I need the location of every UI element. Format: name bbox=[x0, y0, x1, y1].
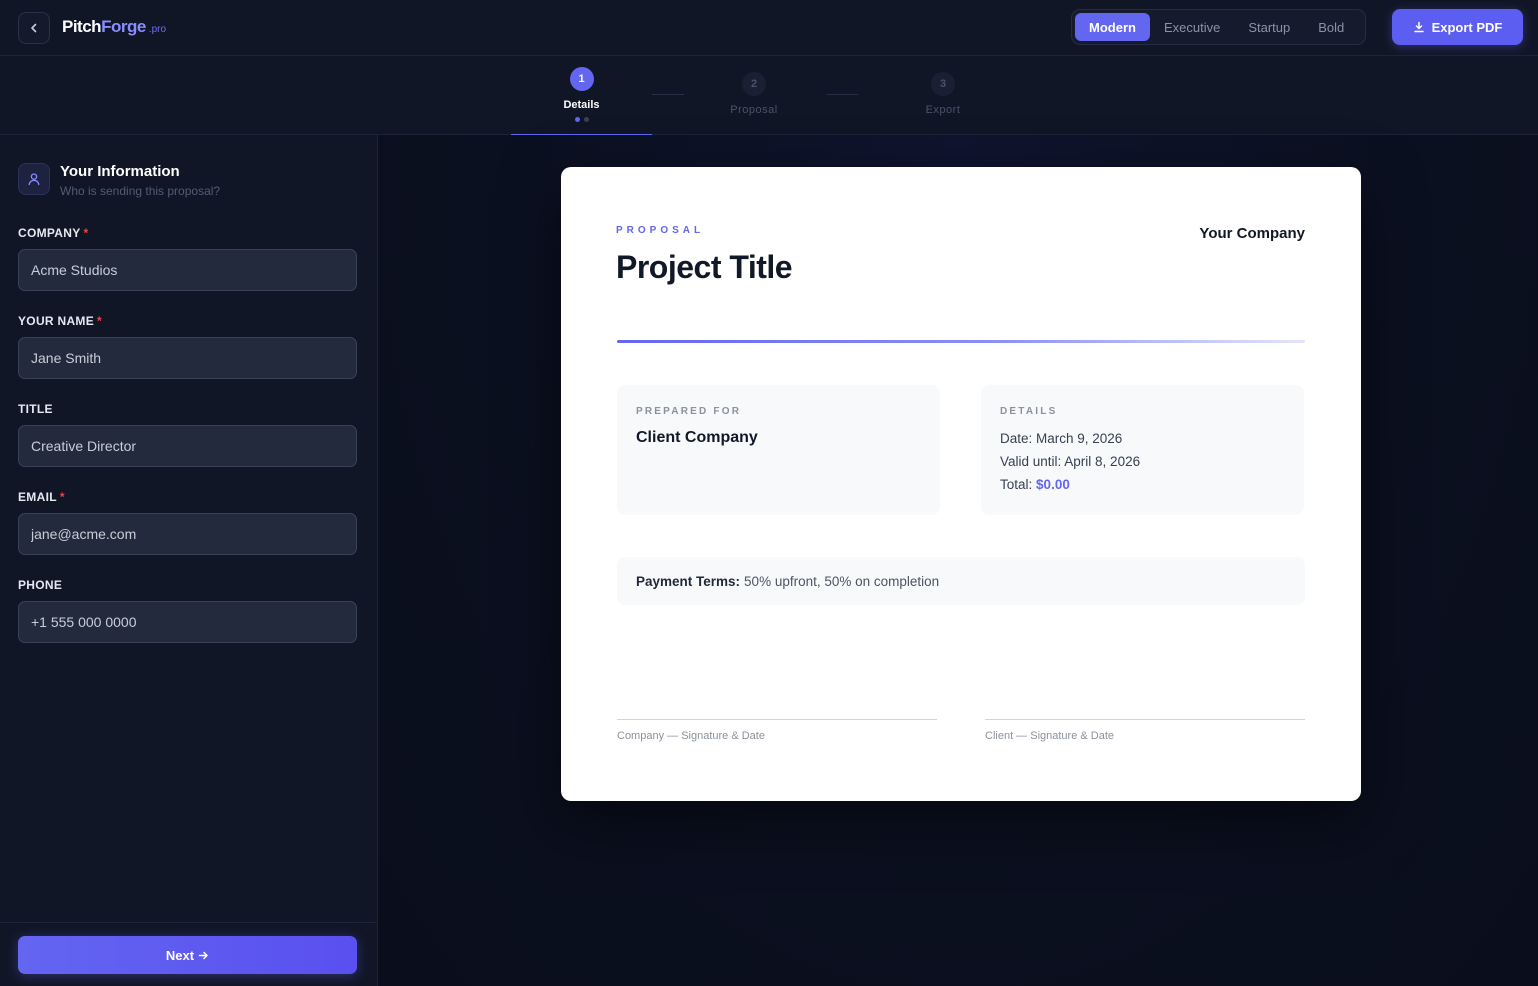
progress-stepper: 1 Details 2 Proposal 3 Export bbox=[0, 56, 1538, 136]
theme-switcher: Modern Executive Startup Bold bbox=[1071, 9, 1366, 45]
title-input[interactable] bbox=[18, 425, 357, 467]
details-sidebar: Your Information Who is sending this pro… bbox=[0, 135, 378, 986]
date-line: Date: March 9, 2026 bbox=[1000, 431, 1123, 446]
step-connector bbox=[826, 94, 858, 95]
name-label: YOUR NAME * bbox=[18, 314, 103, 328]
step-label: Export bbox=[925, 104, 961, 116]
proposal-document: PROPOSAL Project Title Your Company PREP… bbox=[561, 167, 1361, 801]
logo-suffix: .pro bbox=[148, 24, 167, 35]
logo-forge: Forge bbox=[101, 17, 146, 36]
company-input[interactable] bbox=[18, 249, 357, 291]
logo-pitch: Pitch bbox=[62, 17, 102, 36]
theme-startup-button[interactable]: Startup bbox=[1234, 13, 1304, 41]
step-number: 2 bbox=[742, 72, 766, 96]
prepared-for-label: PREPARED FOR bbox=[636, 406, 742, 417]
step-label: Proposal bbox=[730, 104, 778, 116]
company-label: COMPANY * bbox=[18, 226, 89, 240]
payment-terms-value: 50% upfront, 50% on completion bbox=[744, 573, 940, 589]
next-button[interactable]: Next bbox=[18, 936, 357, 974]
client-name: Client Company bbox=[636, 429, 758, 446]
download-icon bbox=[1413, 21, 1424, 33]
arrow-right-icon bbox=[198, 951, 208, 959]
total-line: Total: $0.00 bbox=[1000, 477, 1070, 492]
email-input[interactable] bbox=[18, 513, 357, 555]
step-label: Details bbox=[563, 99, 600, 111]
details-label: DETAILS bbox=[1000, 406, 1058, 417]
details-card: DETAILS Date: March 9, 2026 Valid until:… bbox=[981, 385, 1304, 515]
preview-area: PROPOSAL Project Title Your Company PREP… bbox=[378, 135, 1538, 986]
step-dots bbox=[574, 117, 589, 122]
client-signature-label: Client — Signature & Date bbox=[985, 730, 1115, 742]
step-export[interactable]: 3 Export bbox=[893, 56, 993, 135]
company-signature-line: Company — Signature & Date bbox=[617, 719, 937, 742]
phone-input[interactable] bbox=[18, 601, 357, 643]
name-input[interactable] bbox=[18, 337, 357, 379]
total-value: $0.00 bbox=[1036, 477, 1070, 492]
section-icon-box bbox=[18, 163, 50, 195]
next-label: Next bbox=[165, 947, 195, 963]
payment-terms-label: Payment Terms: bbox=[636, 573, 741, 589]
client-signature-line: Client — Signature & Date bbox=[985, 719, 1305, 742]
total-label: Total: bbox=[1000, 477, 1033, 492]
payment-terms: Payment Terms: 50% upfront, 50% on compl… bbox=[617, 557, 1305, 605]
step-details[interactable]: 1 Details bbox=[511, 56, 652, 136]
section-title: Your Information bbox=[60, 163, 180, 180]
theme-bold-button[interactable]: Bold bbox=[1304, 13, 1358, 41]
step-connector bbox=[652, 94, 684, 95]
doc-eyebrow: PROPOSAL bbox=[616, 225, 705, 236]
export-pdf-label: Export PDF bbox=[1431, 19, 1503, 35]
theme-executive-button[interactable]: Executive bbox=[1150, 13, 1234, 41]
section-header: Your Information Who is sending this pro… bbox=[18, 163, 220, 198]
user-icon bbox=[28, 173, 40, 186]
section-subtitle: Who is sending this proposal? bbox=[60, 184, 221, 198]
valid-until-line: Valid until: April 8, 2026 bbox=[1000, 454, 1141, 469]
app-logo[interactable]: Pitch Forge .pro bbox=[62, 17, 166, 37]
chevron-left-icon bbox=[31, 23, 37, 33]
phone-label: PHONE bbox=[18, 578, 63, 592]
export-pdf-button[interactable]: Export PDF bbox=[1392, 9, 1523, 45]
top-bar: Pitch Forge .pro Modern Executive Startu… bbox=[0, 0, 1538, 56]
back-button[interactable] bbox=[18, 12, 50, 44]
doc-divider bbox=[617, 340, 1305, 343]
sidebar-footer: Next bbox=[0, 922, 377, 986]
title-label: TITLE bbox=[18, 402, 53, 416]
doc-title: Project Title bbox=[616, 249, 793, 285]
company-signature-label: Company — Signature & Date bbox=[617, 730, 765, 742]
step-number: 3 bbox=[931, 72, 955, 96]
step-proposal[interactable]: 2 Proposal bbox=[700, 56, 808, 135]
prepared-for-card: PREPARED FOR Client Company bbox=[617, 385, 940, 515]
step-number: 1 bbox=[569, 67, 594, 91]
theme-modern-button[interactable]: Modern bbox=[1075, 13, 1150, 41]
doc-company: Your Company bbox=[1199, 225, 1305, 242]
email-label: EMAIL * bbox=[18, 490, 65, 504]
